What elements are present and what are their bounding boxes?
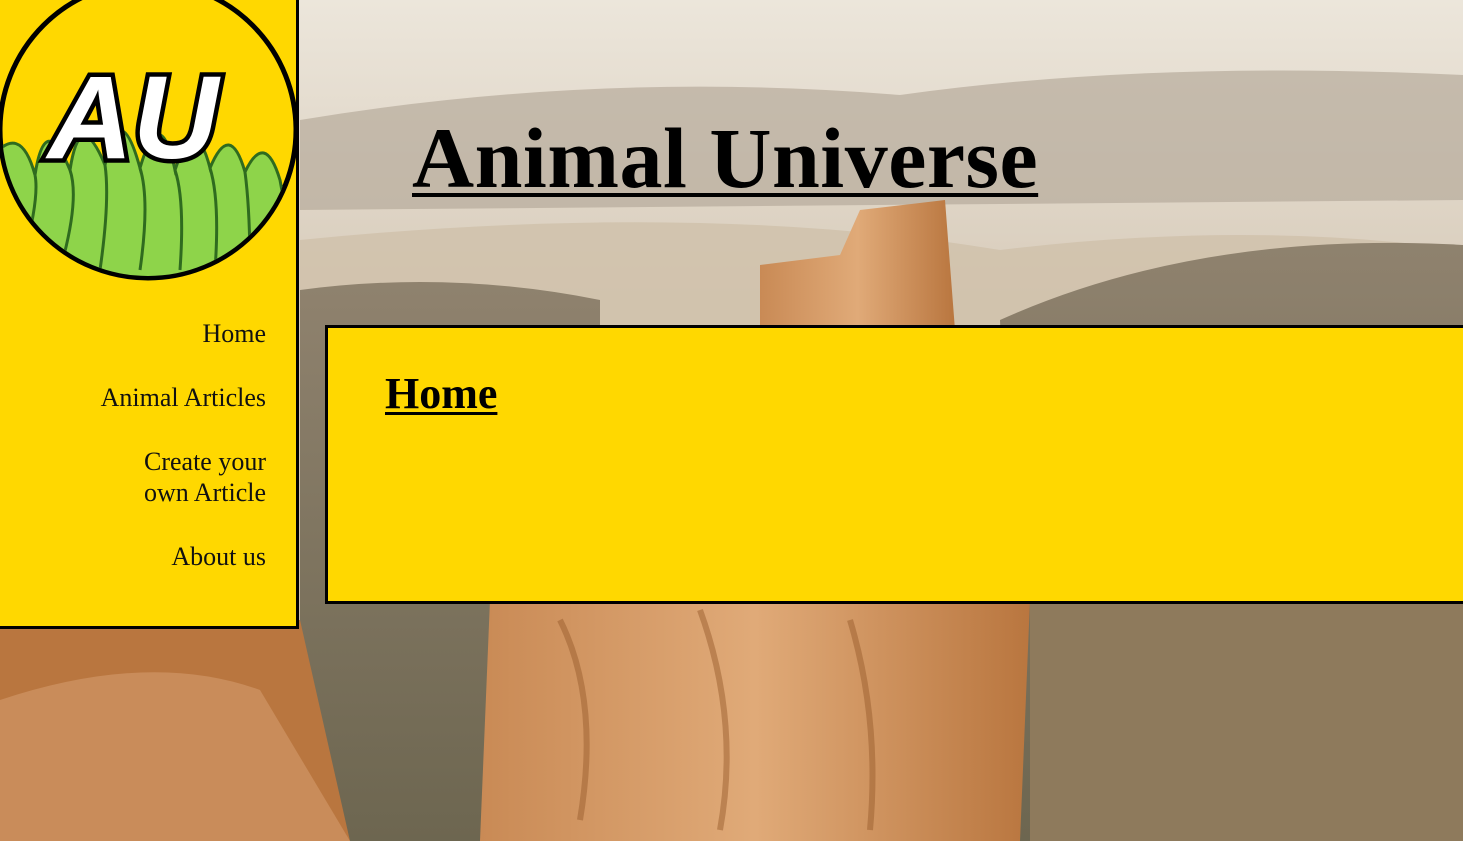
main-content-panel: Home — [325, 325, 1463, 604]
nav-item-create-article[interactable]: Create your own Article — [126, 446, 266, 508]
nav-item-about-us[interactable]: About us — [101, 541, 266, 572]
grass-logo-icon[interactable]: AU — [0, 0, 300, 290]
nav-item-animal-articles[interactable]: Animal Articles — [101, 382, 266, 413]
site-title: Animal Universe — [412, 110, 1039, 206]
logo-text: AU — [45, 52, 221, 184]
page-heading: Home — [385, 369, 498, 418]
main-nav: Home Animal Articles Create your own Art… — [101, 318, 266, 605]
nav-item-home[interactable]: Home — [101, 318, 266, 349]
sidebar: AU Home Animal Articles Create your own … — [0, 0, 299, 629]
